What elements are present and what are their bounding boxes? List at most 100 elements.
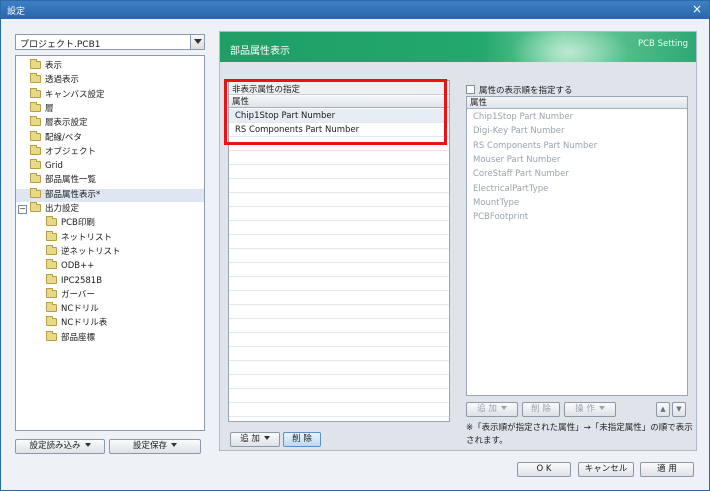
delete-button[interactable]: 削 除 — [283, 432, 321, 447]
table-row[interactable] — [229, 277, 449, 291]
apply-label: 適 用 — [657, 464, 677, 474]
table-row[interactable]: CoreStaff Part Number — [467, 167, 687, 181]
folder-icon — [46, 259, 57, 270]
table-row[interactable] — [229, 151, 449, 165]
order-checkbox-row[interactable]: 属性の表示順を指定する — [466, 84, 696, 96]
tree-item[interactable]: 部品属性表示* — [16, 187, 204, 202]
table-row[interactable] — [229, 165, 449, 179]
table-row[interactable]: PCBFootprint — [467, 210, 687, 224]
table-row[interactable] — [229, 263, 449, 277]
tree-item-label: 表示 — [45, 61, 63, 71]
move-up-button[interactable]: ▲ — [656, 402, 670, 417]
table-row[interactable] — [229, 319, 449, 333]
project-combo[interactable]: プロジェクト.PCB1 — [15, 34, 205, 50]
tree-item[interactable]: オブジェクト — [30, 144, 96, 159]
settings-dialog: 設定 × プロジェクト.PCB1 表示 透過表示 キャンバス設定層層表示設定 配線/ベ… — [0, 0, 710, 491]
folder-icon — [30, 116, 41, 127]
collapse-icon[interactable]: − — [18, 205, 27, 214]
order-add-button[interactable]: 追 加 — [466, 402, 518, 417]
tree-item[interactable]: NCドリル — [46, 302, 99, 316]
load-settings-button[interactable]: 設定読み込み — [15, 439, 105, 454]
chevron-down-icon — [171, 443, 177, 447]
tree-item-label: ネットリスト — [61, 232, 113, 243]
order-delete-button[interactable]: 削 除 — [522, 402, 560, 417]
cancel-button[interactable]: キャンセル — [578, 462, 634, 477]
panel-title: 部品属性表示 — [230, 46, 290, 57]
table-row[interactable] — [229, 193, 449, 207]
table-row[interactable] — [229, 207, 449, 221]
tree-item[interactable]: 透過表示 — [30, 73, 80, 87]
close-icon[interactable]: × — [690, 2, 704, 16]
tree-item[interactable]: NCドリル表 — [46, 316, 107, 330]
ok-label: O K — [536, 464, 552, 474]
table-row[interactable] — [229, 389, 449, 403]
apply-button[interactable]: 適 用 — [640, 462, 694, 477]
tree-item[interactable]: 層表示設定 — [30, 116, 88, 130]
tree-item[interactable]: Grid — [30, 159, 63, 173]
tree-item[interactable]: 部品属性一覧 — [30, 173, 97, 187]
table-row[interactable] — [229, 333, 449, 347]
delete-button-label: 削 除 — [292, 434, 312, 444]
folder-icon — [30, 73, 41, 84]
save-settings-button[interactable]: 設定保存 — [109, 439, 201, 454]
arrow-down-icon: ▼ — [676, 405, 682, 413]
table-row[interactable] — [229, 403, 449, 417]
tree-item[interactable]: 配線/ベタ — [30, 130, 82, 145]
arrow-up-icon: ▲ — [660, 405, 666, 413]
add-button-label: 追 加 — [240, 434, 260, 444]
tree-item-label: 配線/ベタ — [45, 132, 82, 143]
order-note: ※「表示順が指定された属性」→「未指定属性」の順で表示 されます。 — [466, 422, 694, 448]
panel-banner: 部品属性表示 PCB Setting — [220, 32, 696, 62]
tree-item[interactable]: ネットリスト — [46, 230, 113, 245]
tree-item-label: ガーバー — [61, 289, 95, 300]
order-note-line1: ※「表示順が指定された属性」→「未指定属性」の順で表示 — [466, 423, 693, 433]
table-row[interactable] — [229, 291, 449, 305]
table-row[interactable]: Chip1Stop Part Number — [467, 110, 687, 124]
table-row[interactable] — [229, 221, 449, 235]
table-row[interactable] — [229, 179, 449, 193]
tree-item-label: 部品属性一覧 — [45, 175, 97, 186]
tree-item[interactable]: キャンバス設定 — [30, 87, 105, 102]
table-row[interactable] — [229, 375, 449, 389]
tree-item-label: 透過表示 — [45, 75, 80, 86]
table-row[interactable]: Mouser Part Number — [467, 153, 687, 167]
add-button[interactable]: 追 加 — [230, 432, 280, 447]
folder-icon — [30, 144, 41, 155]
tree-item[interactable]: 層 — [30, 101, 54, 116]
folder-icon — [46, 302, 57, 313]
move-down-button[interactable]: ▼ — [672, 402, 686, 417]
tree-item-label: Grid — [45, 161, 63, 172]
tree-item[interactable]: ガーバー — [46, 287, 95, 302]
ok-button[interactable]: O K — [517, 462, 571, 477]
tree-item[interactable]: 逆ネットリスト — [46, 244, 121, 259]
combo-dropdown-button[interactable] — [190, 35, 204, 49]
table-row[interactable] — [229, 347, 449, 361]
table-row[interactable] — [229, 361, 449, 375]
order-delete-label: 削 除 — [531, 404, 551, 414]
table-row[interactable] — [229, 249, 449, 263]
table-row[interactable]: MountType — [467, 196, 687, 210]
tree-item[interactable]: IPC2581B — [46, 273, 102, 288]
table-row[interactable]: RS Components Part Number — [467, 139, 687, 153]
table-row[interactable]: ElectricalPartType — [467, 182, 687, 196]
tree-item[interactable]: 表示 — [30, 59, 63, 73]
tree-item[interactable]: 出力設定 — [30, 202, 79, 216]
left-pane: プロジェクト.PCB1 表示透過表示 キャンバス設定層層表示設定配線/ベタ オブジェ… — [15, 31, 205, 461]
table-row[interactable]: Digi-Key Part Number — [467, 124, 687, 138]
tree-item-label: NCドリル — [61, 304, 99, 315]
tree-item[interactable]: 部品座標 — [46, 330, 96, 345]
tree-item-label: 部品座標 — [61, 332, 96, 343]
table-row[interactable] — [229, 235, 449, 249]
folder-icon — [30, 202, 41, 212]
order-operation-button[interactable]: 操 作 — [564, 402, 616, 417]
tree-item-label: 逆ネットリスト — [61, 246, 121, 257]
order-column-header[interactable]: 属性 — [467, 97, 687, 109]
chevron-down-icon — [598, 406, 605, 410]
order-checkbox[interactable] — [466, 85, 475, 94]
save-settings-label: 設定保存 — [132, 441, 167, 451]
project-combo-value: プロジェクト.PCB1 — [20, 40, 101, 50]
table-row[interactable] — [229, 305, 449, 319]
tree-item[interactable]: PCB印刷 — [46, 216, 95, 230]
settings-tree[interactable]: 表示透過表示 キャンバス設定層層表示設定配線/ベタ オブジェクト Grid 部品属性一覧… — [15, 55, 205, 431]
tree-item[interactable]: ODB++ — [46, 259, 94, 273]
